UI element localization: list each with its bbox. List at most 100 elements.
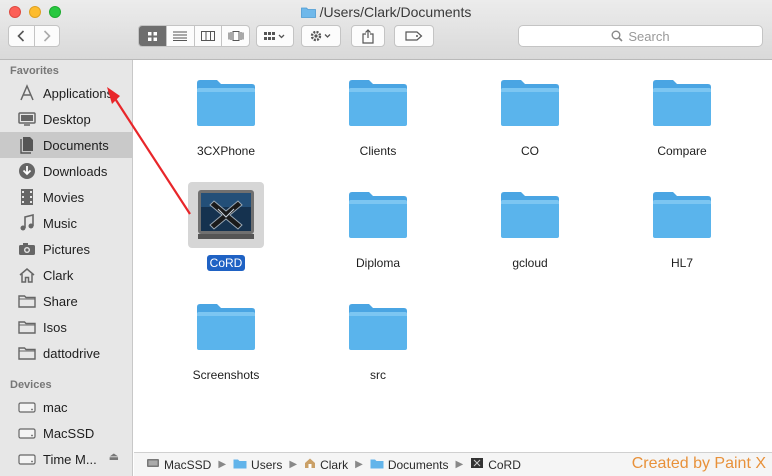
columns-icon bbox=[200, 31, 215, 41]
sidebar-item-movies[interactable]: Movies bbox=[0, 184, 132, 210]
folder-icon bbox=[349, 304, 407, 350]
folder-icon bbox=[17, 344, 37, 362]
search-field[interactable]: Search bbox=[518, 25, 763, 47]
path-item[interactable]: MacSSD bbox=[146, 457, 211, 472]
sidebar-device-macssd[interactable]: MacSSD bbox=[0, 420, 132, 446]
sidebar-item-label: Movies bbox=[43, 189, 85, 205]
sidebar-item-isos[interactable]: Isos bbox=[0, 314, 132, 340]
sidebar-item-downloads[interactable]: Downloads bbox=[0, 158, 132, 184]
sidebar-item-pictures[interactable]: Pictures bbox=[0, 236, 132, 262]
sidebar-item-label: mac bbox=[43, 399, 68, 415]
cover-flow-button[interactable] bbox=[222, 26, 249, 46]
path-item-label: Users bbox=[251, 457, 283, 472]
folder-icon bbox=[370, 458, 384, 472]
favorites-header: Favorites bbox=[10, 65, 59, 77]
item-name: HL7 bbox=[670, 256, 693, 270]
folder-item[interactable]: HL7 bbox=[612, 182, 752, 272]
disk-icon bbox=[17, 424, 37, 442]
sidebar-item-dattodrive[interactable]: dattodrive bbox=[0, 340, 132, 366]
item-name: src bbox=[370, 368, 386, 382]
item-name: Clients bbox=[359, 144, 397, 158]
home-icon bbox=[17, 266, 37, 284]
folder-item[interactable]: Screenshots bbox=[156, 294, 296, 384]
action-button[interactable] bbox=[301, 25, 341, 47]
folder-item[interactable]: Compare bbox=[612, 70, 752, 160]
sidebar-item-label: Clark bbox=[43, 267, 74, 283]
chevron-right-icon: ▶ bbox=[455, 459, 464, 470]
folder-icon-frame bbox=[340, 70, 416, 136]
folder-item[interactable]: gcloud bbox=[460, 182, 600, 272]
folder-icon bbox=[653, 80, 711, 126]
column-view-button[interactable] bbox=[195, 26, 223, 46]
downloads-icon bbox=[17, 162, 37, 180]
sidebar-item-clark[interactable]: Clark bbox=[0, 262, 132, 288]
share-button[interactable] bbox=[351, 25, 385, 47]
sidebar-item-music[interactable]: Music bbox=[0, 210, 132, 236]
sidebar-item-label: Time M... bbox=[43, 451, 97, 467]
sidebar-item-label: Downloads bbox=[43, 163, 108, 179]
forward-button[interactable] bbox=[35, 26, 60, 46]
folder-icon bbox=[501, 80, 559, 126]
share-icon bbox=[362, 28, 374, 44]
home-icon bbox=[304, 457, 316, 472]
folder-icon bbox=[233, 458, 247, 472]
chevron-left-icon bbox=[17, 30, 25, 42]
icon-view-button[interactable] bbox=[139, 26, 167, 46]
chevron-right-icon bbox=[43, 30, 51, 42]
folder-icon bbox=[349, 192, 407, 238]
folder-icon bbox=[17, 292, 37, 310]
chevron-right-icon: ▶ bbox=[289, 459, 298, 470]
folder-icon bbox=[501, 192, 559, 238]
path-item-label: CoRD bbox=[488, 457, 521, 472]
folder-icon-frame bbox=[340, 182, 416, 248]
folder-icon bbox=[349, 80, 407, 126]
list-view-button[interactable] bbox=[167, 26, 195, 46]
item-name: CoRD bbox=[206, 255, 246, 271]
edit-tags-button[interactable] bbox=[394, 25, 434, 47]
sidebar-item-label: Isos bbox=[43, 319, 67, 335]
folder-item[interactable]: Diploma bbox=[308, 182, 448, 272]
folder-item[interactable]: src bbox=[308, 294, 448, 384]
sidebar-item-label: MacSSD bbox=[43, 425, 95, 441]
folder-item[interactable]: 3CXPhone bbox=[156, 70, 296, 160]
folder-icon-frame bbox=[340, 294, 416, 360]
sidebar-item-label: Pictures bbox=[43, 241, 90, 257]
arrange-button[interactable] bbox=[256, 25, 294, 47]
sidebar-device-timem[interactable]: Time M... ⏏ bbox=[0, 446, 132, 472]
item-name: gcloud bbox=[512, 256, 548, 270]
sidebar-item-desktop[interactable]: Desktop bbox=[0, 106, 132, 132]
sidebar-item-applications[interactable]: Applications bbox=[0, 80, 132, 106]
disk-icon bbox=[146, 457, 160, 472]
sidebar-item-share[interactable]: Share bbox=[0, 288, 132, 314]
folder-icon bbox=[197, 304, 255, 350]
sidebar-item-label: Music bbox=[43, 215, 77, 231]
back-button[interactable] bbox=[9, 26, 35, 46]
disk-icon bbox=[17, 450, 37, 468]
folder-icon-frame bbox=[188, 70, 264, 136]
folder-icon-frame bbox=[188, 294, 264, 360]
cord-app-icon bbox=[198, 190, 254, 239]
folder-icon-frame bbox=[644, 182, 720, 248]
sidebar-item-label: Documents bbox=[43, 137, 109, 153]
folder-item[interactable]: CO bbox=[460, 70, 600, 160]
folder-item[interactable]: Clients bbox=[308, 70, 448, 160]
app-item[interactable]: CoRD bbox=[156, 182, 296, 272]
tag-icon bbox=[405, 31, 423, 41]
item-name: CO bbox=[521, 144, 539, 158]
path-item-label: Clark bbox=[320, 457, 349, 472]
path-item[interactable]: Users bbox=[233, 458, 282, 472]
path-item[interactable]: CoRD bbox=[470, 457, 521, 472]
path-item[interactable]: Clark bbox=[304, 457, 348, 472]
folder-icon bbox=[197, 80, 255, 126]
applications-icon bbox=[17, 84, 37, 102]
disk-icon bbox=[17, 398, 37, 416]
search-placeholder: Search bbox=[628, 28, 670, 44]
sidebar-item-documents[interactable]: Documents bbox=[0, 132, 132, 158]
path-item[interactable]: Documents bbox=[370, 458, 449, 472]
arrange-grid-icon bbox=[264, 32, 285, 40]
folder-icon-frame bbox=[644, 70, 720, 136]
sidebar-device-mac[interactable]: mac bbox=[0, 394, 132, 420]
folder-icon bbox=[300, 7, 316, 18]
devices-header: Devices bbox=[10, 379, 52, 391]
eject-icon[interactable]: ⏏ bbox=[109, 450, 119, 463]
